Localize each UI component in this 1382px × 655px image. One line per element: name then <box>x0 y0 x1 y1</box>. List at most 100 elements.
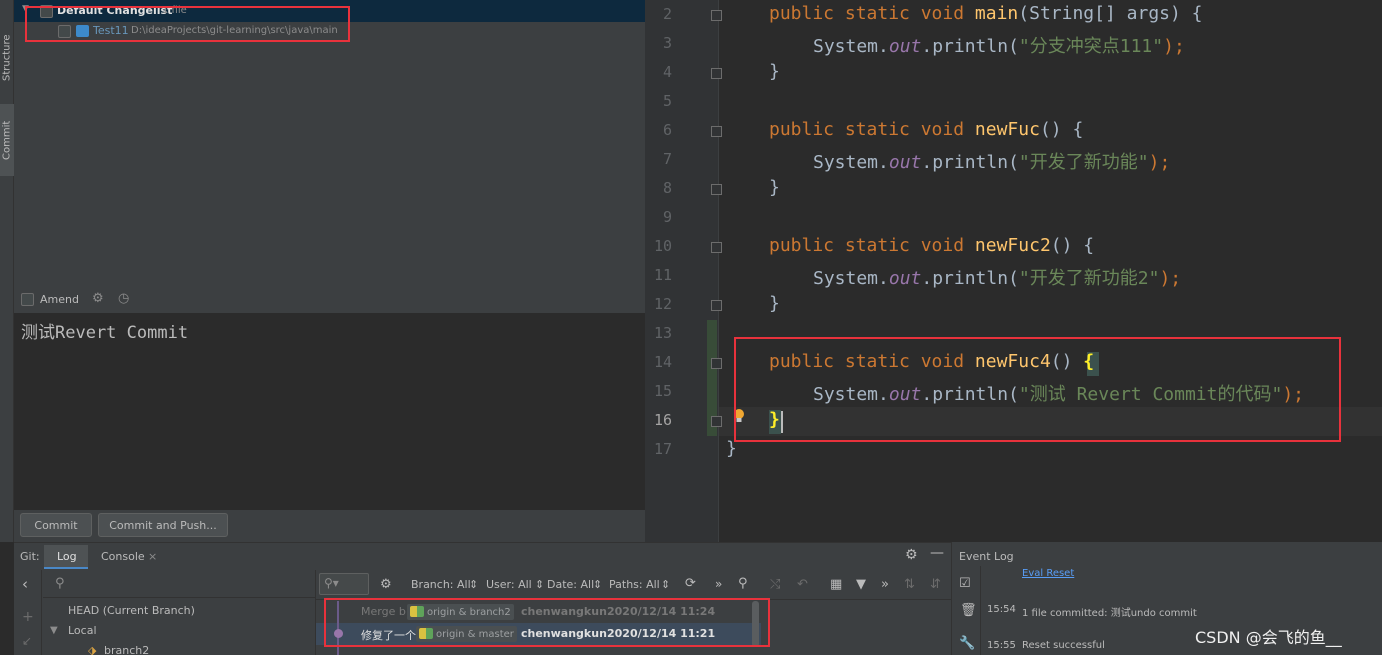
tab-commit-label: Commit <box>1 120 13 160</box>
line-number: 11 <box>653 266 672 284</box>
fold-marker-icon[interactable] <box>711 300 722 311</box>
commit-button[interactable]: Commit <box>20 513 92 537</box>
code-text: () { <box>1039 119 1084 140</box>
line-number: 2 <box>662 5 672 23</box>
line-number: 17 <box>653 440 672 458</box>
amend-checkbox[interactable] <box>21 293 34 306</box>
fold-marker-icon[interactable] <box>711 10 722 21</box>
tab-structure[interactable]: Structure <box>0 20 14 96</box>
code-line-8[interactable]: } <box>769 177 780 198</box>
eval-reset-link[interactable]: Eval Reset <box>1022 568 1074 579</box>
code-line-11[interactable]: System.out.println("开发了新功能2"); <box>813 264 1181 290</box>
search-icon[interactable]: ⚲ <box>738 576 748 591</box>
fold-marker-icon[interactable] <box>711 126 722 137</box>
expand-all-icon[interactable]: ⇅ <box>904 577 915 592</box>
code-line-7[interactable]: System.out.println("开发了新功能"); <box>813 148 1170 174</box>
code-text: ); <box>1148 152 1171 173</box>
trash-icon[interactable]: 🗑 <box>960 603 977 618</box>
branch-filter[interactable]: Branch: All <box>411 578 471 591</box>
tab-structure-label: Structure <box>1 34 13 82</box>
code-text: System. <box>813 152 889 173</box>
chevron-updown-icon: ⇕ <box>593 578 603 591</box>
minimize-icon[interactable]: — <box>930 545 944 561</box>
static-field: out <box>888 268 922 289</box>
chevron-down-icon[interactable]: ▼ <box>50 625 58 636</box>
event-time: 15:54 <box>987 604 1016 615</box>
code-text: System. <box>813 268 889 289</box>
code-text: System. <box>813 36 889 57</box>
event-time: 15:55 <box>987 640 1016 651</box>
fold-marker-icon[interactable] <box>711 416 722 427</box>
filter-icon[interactable]: ▼ <box>856 577 866 592</box>
code-line-10[interactable]: public static void newFuc2() { <box>769 235 1094 256</box>
grid-icon[interactable]: ▦ <box>830 577 842 592</box>
plus-icon[interactable]: + <box>22 609 34 625</box>
highlight-box-new-method <box>734 337 1341 442</box>
tab-log-label[interactable]: Log <box>57 550 77 563</box>
method-name: newFuc2 <box>974 235 1051 256</box>
user-filter[interactable]: User: All <box>486 578 532 591</box>
code-text: ); <box>1163 36 1185 57</box>
line-number: 5 <box>662 92 672 110</box>
keyword: public static void <box>769 119 965 140</box>
code-line-6[interactable]: public static void newFuc() { <box>769 119 1083 140</box>
commit-message-text[interactable]: 测试Revert Commit <box>21 318 188 343</box>
cherry-pick-icon[interactable]: ⤭ <box>770 577 780 592</box>
amend-label[interactable]: Amend <box>40 293 79 306</box>
line-number: 9 <box>662 208 672 226</box>
paths-filter[interactable]: Paths: All <box>609 578 660 591</box>
tab-console[interactable]: Console <box>101 550 145 563</box>
commit-and-push-button[interactable]: Commit and Push... <box>98 513 228 537</box>
gear-icon[interactable]: ⚙ <box>92 291 104 306</box>
close-icon[interactable]: × <box>148 550 157 563</box>
tab-commit[interactable]: Commit <box>0 104 14 176</box>
event-text: 1 file committed: 测试undo commit <box>1022 608 1197 619</box>
code-line-3[interactable]: System.out.println("分支冲突点111"); <box>813 32 1185 58</box>
code-line-4[interactable]: } <box>769 61 780 82</box>
tag-icon: ⬗ <box>88 644 97 655</box>
gear-icon[interactable]: ⚙ <box>380 577 392 592</box>
fold-marker-icon[interactable] <box>711 68 722 79</box>
clock-icon[interactable]: ◷ <box>118 291 129 306</box>
string-literal: "分支冲突点111" <box>1018 36 1164 57</box>
branch-search-input[interactable] <box>43 570 315 598</box>
amend-bar <box>14 288 645 312</box>
more-icon[interactable]: » <box>881 577 889 592</box>
code-text: ); <box>1159 268 1182 289</box>
code-text: .println( <box>921 36 1019 57</box>
highlight-box-commits <box>324 598 770 647</box>
line-number: 3 <box>662 34 672 52</box>
date-filter[interactable]: Date: All <box>547 578 594 591</box>
back-arrow-icon[interactable]: ‹ <box>22 575 28 593</box>
undo-icon[interactable]: ↶ <box>797 577 808 592</box>
mark-read-icon[interactable]: ☑ <box>959 576 971 591</box>
search-icon: ⚲ <box>55 576 65 591</box>
fold-marker-icon[interactable] <box>711 184 722 195</box>
fold-marker-icon[interactable] <box>711 358 722 369</box>
code-line-2[interactable]: public static void main(String[] args) { <box>769 3 1203 24</box>
code-line-12[interactable]: } <box>769 293 780 314</box>
gear-icon[interactable]: ⚙ <box>905 547 918 563</box>
code-text: .println( <box>921 152 1019 173</box>
tree-item-local[interactable]: Local <box>68 624 97 637</box>
collapse-icon[interactable]: ↙ <box>22 634 32 648</box>
chevron-updown-icon: ⇕ <box>661 578 671 591</box>
collapse-all-icon[interactable]: ⇵ <box>930 577 941 592</box>
watermark: CSDN @会飞的鱼__ <box>1195 628 1342 647</box>
method-name: newFuc <box>974 119 1040 140</box>
chevron-updown-icon: ⇕ <box>469 578 479 591</box>
fold-marker-icon[interactable] <box>711 242 722 253</box>
tree-item-head[interactable]: HEAD (Current Branch) <box>68 604 195 617</box>
line-number: 14 <box>653 353 672 371</box>
string-literal: "开发了新功能2" <box>1018 268 1160 289</box>
event-log-title: Event Log <box>959 550 1014 563</box>
refresh-icon[interactable]: ⟳ <box>685 576 696 591</box>
line-number: 13 <box>653 324 672 342</box>
more-icon[interactable]: » <box>715 577 722 591</box>
wrench-icon[interactable]: 🔧 <box>959 636 975 651</box>
method-name: main <box>974 3 1019 24</box>
tree-item-branch2[interactable]: branch2 <box>104 644 149 655</box>
highlight-box-changelist <box>25 6 350 42</box>
event-text: Reset successful <box>1022 640 1105 651</box>
keyword: public static void <box>769 235 965 256</box>
